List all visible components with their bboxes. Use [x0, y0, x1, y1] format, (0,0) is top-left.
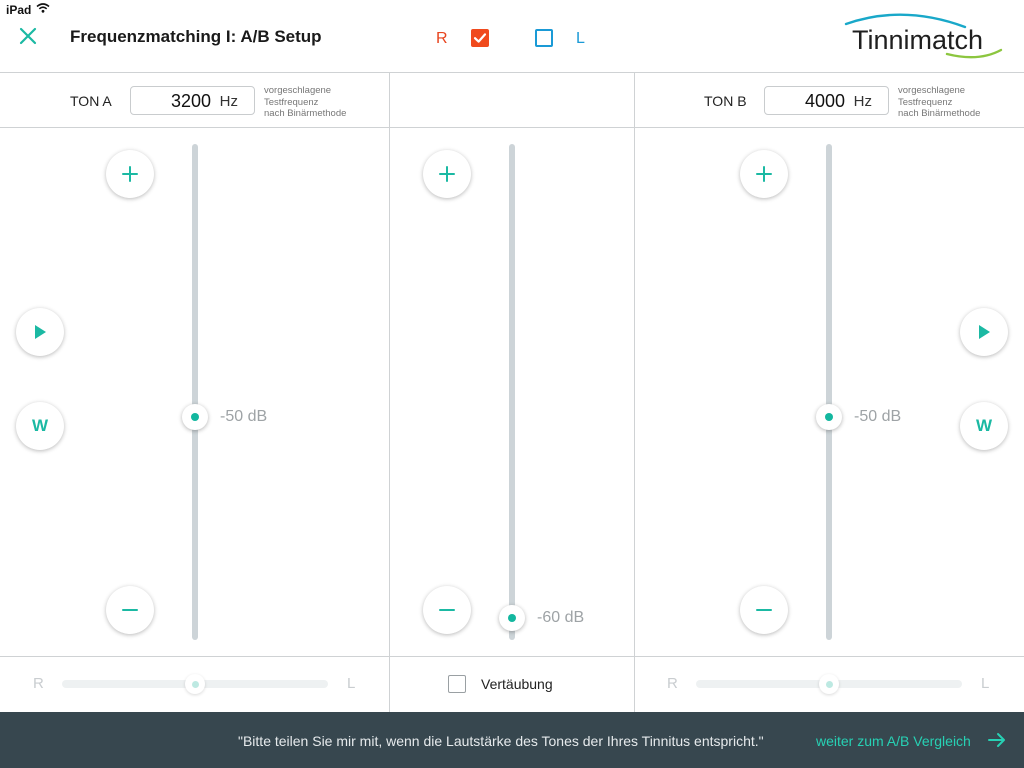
ear-left-checkbox[interactable]: [535, 29, 553, 47]
thumb-dot: [508, 614, 516, 622]
tone-a-volume-slider[interactable]: [192, 144, 198, 640]
tone-b-frequency-field[interactable]: 4000 Hz: [764, 86, 889, 115]
tone-a-volume-down-button[interactable]: [106, 586, 154, 634]
column-divider-left: [389, 72, 390, 712]
tone-b-pan-right-label: L: [981, 675, 990, 692]
tone-b-w-label: W: [975, 416, 993, 435]
ear-left-label: L: [576, 30, 585, 47]
tone-a-frequency-unit: Hz: [219, 93, 238, 110]
tone-a-w-button[interactable]: W: [16, 402, 64, 450]
tone-a-volume-label: -50 dB: [220, 408, 268, 425]
tone-a-w-label: W: [31, 416, 49, 435]
svg-text:Tinnimatch: Tinnimatch: [852, 25, 983, 55]
tone-b-frequency-unit: Hz: [853, 93, 872, 110]
plus-icon: [756, 166, 772, 182]
thumb-dot: [825, 413, 833, 421]
masking-volume-up-button[interactable]: [423, 150, 471, 198]
ear-right-label: R: [436, 30, 448, 47]
thumb-dot: [825, 680, 833, 688]
minus-icon: [756, 609, 772, 611]
hint-line: vorgeschlagene: [898, 85, 966, 96]
close-icon[interactable]: [18, 26, 38, 46]
masking-volume-down-button[interactable]: [423, 586, 471, 634]
tone-a-volume-thumb[interactable]: [182, 404, 208, 430]
tone-b-label: TON B: [704, 93, 747, 109]
play-icon: [35, 325, 46, 339]
hint-line: Testfrequenz: [264, 96, 319, 108]
tone-b-pan-thumb[interactable]: [819, 674, 839, 694]
tinnimatch-logo: Tinnimatch: [844, 13, 1003, 59]
tone-a-hint: vorgeschlagene Testfrequenz nach Binärme…: [264, 85, 346, 120]
ear-right-checkbox[interactable]: [471, 29, 489, 47]
plus-icon: [122, 166, 138, 182]
tone-a-label: TON A: [70, 93, 112, 109]
tone-a-volume-up-button[interactable]: [106, 150, 154, 198]
tone-a-pan-right-label: L: [347, 675, 356, 692]
tone-row-divider: [0, 127, 1024, 128]
masking-volume-label: -60 dB: [537, 609, 585, 626]
thumb-dot: [191, 680, 199, 688]
controls-divider: [0, 656, 1024, 657]
minus-icon: [122, 609, 138, 611]
tone-a-frequency-value: 3200: [170, 91, 211, 111]
tone-b-pan-left-label: R: [667, 675, 678, 692]
page-title: Frequenzmatching I: A/B Setup: [70, 27, 322, 46]
tone-b-volume-slider[interactable]: [826, 144, 832, 640]
minus-icon: [439, 609, 455, 611]
hint-line: Testfrequenz: [898, 96, 953, 108]
status-device-name: iPad: [6, 3, 32, 17]
header-divider: [0, 72, 1024, 73]
play-icon: [979, 325, 990, 339]
tone-b-volume-up-button[interactable]: [740, 150, 788, 198]
footer-instruction: "Bitte teilen Sie mir mit, wenn die Laut…: [238, 733, 764, 749]
tone-b-volume-label: -50 dB: [854, 408, 902, 425]
masking-volume-thumb[interactable]: [499, 605, 525, 631]
tone-b-volume-down-button[interactable]: [740, 586, 788, 634]
tone-b-hint: vorgeschlagene Testfrequenz nach Binärme…: [898, 85, 980, 120]
tone-b-play-button[interactable]: [960, 308, 1008, 356]
hint-line: vorgeschlagene: [264, 85, 332, 96]
tone-a-play-button[interactable]: [16, 308, 64, 356]
tone-a-pan-thumb[interactable]: [185, 674, 205, 694]
arrow-right-icon[interactable]: [987, 731, 1007, 749]
next-comparison-link[interactable]: weiter zum A/B Vergleich: [816, 733, 971, 749]
thumb-dot: [191, 413, 199, 421]
tone-b-volume-thumb[interactable]: [816, 404, 842, 430]
masking-checkbox[interactable]: [448, 675, 466, 693]
masking-volume-slider[interactable]: [509, 144, 515, 640]
checkmark-icon: [473, 33, 487, 43]
tone-b-frequency-value: 4000: [804, 91, 845, 111]
hint-line: nach Binärmethode: [264, 108, 347, 119]
wifi-icon: [36, 3, 50, 13]
tone-b-w-button[interactable]: W: [960, 402, 1008, 450]
hint-line: nach Binärmethode: [898, 108, 981, 119]
tone-a-frequency-field[interactable]: 3200 Hz: [130, 86, 255, 115]
column-divider-right: [634, 72, 635, 712]
plus-icon: [439, 166, 455, 182]
tone-a-pan-left-label: R: [33, 675, 44, 692]
masking-checkbox-label: Vertäubung: [481, 676, 553, 692]
